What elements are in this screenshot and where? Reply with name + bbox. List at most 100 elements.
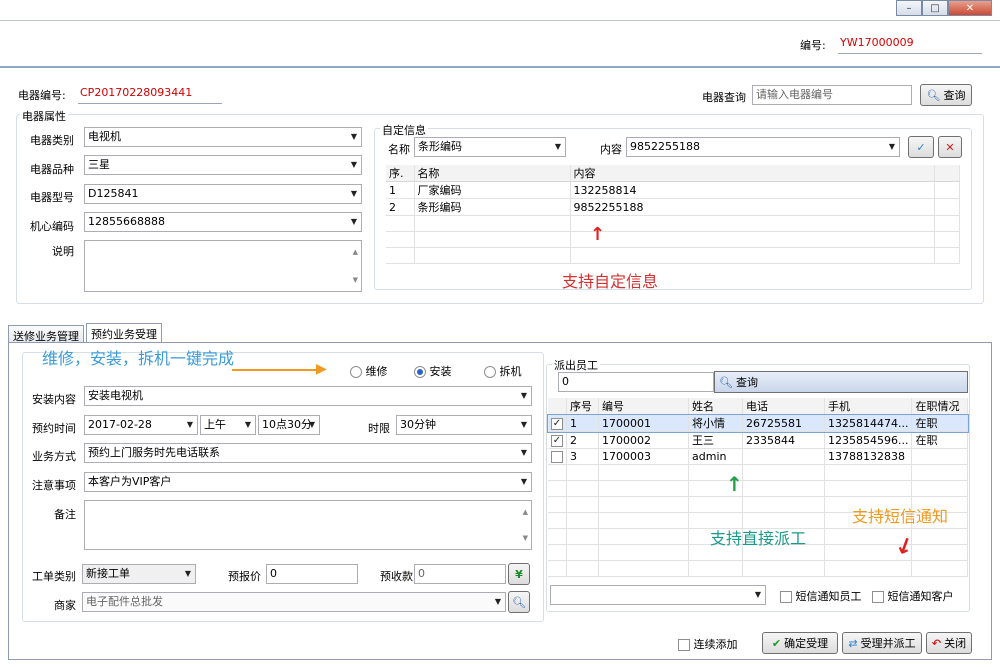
order-type-select[interactable]: 新接工单	[82, 564, 196, 584]
custom-info-table: 序. 名称 内容 1 厂家编码 132258814 2 条形编码 9852255…	[386, 165, 960, 264]
dispatch-icon: ⇄	[848, 636, 858, 650]
col-header: 名称	[414, 165, 571, 182]
minimize-button[interactable]: –	[896, 0, 922, 16]
continuous-add-checkbox[interactable]: 连续添加	[678, 636, 738, 652]
merchant-select[interactable]: 电子配件总批发	[82, 592, 506, 612]
remark-textarea[interactable]	[84, 500, 532, 550]
brand-select[interactable]: 三星	[84, 155, 362, 175]
staff-search-button[interactable]: 🔍︎ 查询	[714, 371, 968, 393]
desc-label: 说明	[52, 245, 74, 258]
checkbox-icon	[872, 591, 884, 603]
close-icon: ↶	[931, 636, 942, 650]
quote-label: 预报价	[228, 570, 261, 583]
sms-staff-checkbox[interactable]: 短信通知员工	[780, 588, 862, 604]
core-label: 机心编码	[30, 220, 74, 233]
yen-icon: ¥	[515, 567, 523, 581]
device-attr-title: 电器属性	[20, 108, 68, 124]
radio-remove[interactable]: 拆机	[484, 363, 522, 379]
notice-select[interactable]: 本客户为VIP客户	[84, 472, 532, 492]
row-checkbox[interactable]: ✓	[551, 417, 563, 430]
code-label: 编号:	[800, 39, 826, 52]
category-label: 电器类别	[30, 134, 74, 147]
row-checkbox[interactable]: ✓	[551, 434, 563, 447]
checkbox-icon	[678, 639, 690, 651]
col-header: 内容	[570, 165, 935, 182]
model-label: 电器型号	[30, 191, 74, 204]
check-icon: ✔	[771, 636, 782, 650]
col-header: 在职情况	[911, 398, 968, 415]
core-select[interactable]: 12855668888	[84, 212, 362, 232]
quote-input[interactable]: 0	[266, 564, 358, 584]
staff-group-title: 派出员工	[552, 357, 600, 373]
close-button[interactable]: ↶ 关闭	[926, 632, 972, 654]
radio-icon	[484, 366, 496, 378]
arrow-right-line	[232, 369, 320, 371]
checkbox-icon	[780, 591, 792, 603]
prepay-label: 预收款	[380, 570, 413, 583]
time-label: 预约时间	[32, 422, 76, 435]
direct-dispatch-annotation: 支持直接派工	[710, 529, 807, 548]
radio-selected-icon	[414, 366, 426, 378]
row-checkbox[interactable]	[551, 451, 563, 463]
device-number-value[interactable]: CP20170228093441	[78, 86, 222, 104]
install-content-select[interactable]: 安装电视机	[84, 386, 532, 406]
table-row[interactable]: ✓ 2 1700002 王三 2335844 1235854596... 在职	[548, 431, 968, 449]
hour-select[interactable]: 10点30分	[258, 415, 320, 435]
custom-content-label: 内容	[600, 143, 622, 156]
arrow-up-green-icon: ↑	[726, 472, 743, 496]
method-label: 业务方式	[32, 450, 76, 463]
search-icon: 🔍︎	[926, 88, 941, 102]
custom-name-select[interactable]: 条形编码	[414, 137, 566, 157]
dispatch-button[interactable]: ⇄ 受理并派工	[842, 632, 922, 654]
custom-info-title: 自定信息	[380, 122, 428, 138]
title-divider	[0, 20, 1000, 21]
delete-button[interactable]: ✕	[938, 136, 962, 158]
sms-annotation: 支持短信通知	[852, 507, 949, 526]
payment-button[interactable]: ¥	[508, 563, 530, 585]
device-number-label: 电器编号:	[18, 89, 66, 102]
col-header: 序号	[566, 398, 599, 415]
custom-name-label: 名称	[388, 143, 410, 156]
custom-content-select[interactable]: 9852255188	[626, 137, 900, 157]
col-header: 姓名	[688, 398, 743, 415]
check-icon: ✓	[916, 140, 926, 154]
confirm-add-button[interactable]: ✓	[908, 136, 934, 158]
model-select[interactable]: D125841	[84, 184, 362, 204]
merchant-search-button[interactable]: 🔍︎	[508, 591, 530, 613]
col-header: 手机	[824, 398, 913, 415]
col-header: 电话	[742, 398, 825, 415]
method-select[interactable]: 预约上门服务时先电话联系	[84, 443, 532, 463]
radio-icon	[350, 366, 362, 378]
header-separator	[0, 66, 1000, 68]
radio-install[interactable]: 安装	[414, 363, 452, 379]
arrow-right-icon: ▶	[316, 361, 327, 377]
table-row[interactable]: 2 条形编码 9852255188	[386, 198, 960, 216]
order-type-label: 工单类别	[32, 570, 76, 583]
prepay-input[interactable]: 0	[414, 564, 506, 584]
limit-select[interactable]: 30分钟	[396, 415, 532, 435]
tab-repair[interactable]: 送修业务管理	[8, 325, 84, 343]
search-icon: 🔍︎	[719, 375, 733, 389]
table-row[interactable]: ✓ 1 1700001 将小情 26725581 1325814474... 在…	[547, 413, 969, 433]
desc-textarea[interactable]	[84, 240, 362, 292]
one-click-annotation: 维修，安装，拆机一键完成	[42, 349, 235, 368]
period-select[interactable]: 上午	[200, 415, 256, 435]
brand-label: 电器品种	[30, 163, 74, 176]
maximize-button[interactable]: □	[922, 0, 948, 16]
confirm-button[interactable]: ✔ 确定受理	[762, 632, 838, 654]
close-window-button[interactable]: ✕	[948, 0, 992, 16]
category-select[interactable]: 电视机	[84, 127, 362, 147]
tab-appointment[interactable]: 预约业务受理	[86, 323, 162, 343]
device-query-input[interactable]: 请输入电器编号	[752, 85, 912, 105]
code-value[interactable]: YW17000009	[838, 36, 982, 54]
staff-filter-select[interactable]	[550, 585, 766, 605]
device-query-button[interactable]: 🔍︎ 查询	[920, 84, 972, 106]
col-header: 序.	[386, 165, 415, 182]
table-row[interactable]: 1 厂家编码 132258814	[386, 181, 960, 199]
staff-search-input[interactable]: 0	[558, 372, 714, 392]
table-row[interactable]: 3 1700003 admin 13788132838	[548, 448, 968, 465]
sms-customer-checkbox[interactable]: 短信通知客户	[872, 588, 954, 604]
col-header: 编号	[598, 398, 689, 415]
date-picker[interactable]: 2017-02-28	[84, 415, 198, 435]
radio-repair[interactable]: 维修	[350, 363, 388, 379]
